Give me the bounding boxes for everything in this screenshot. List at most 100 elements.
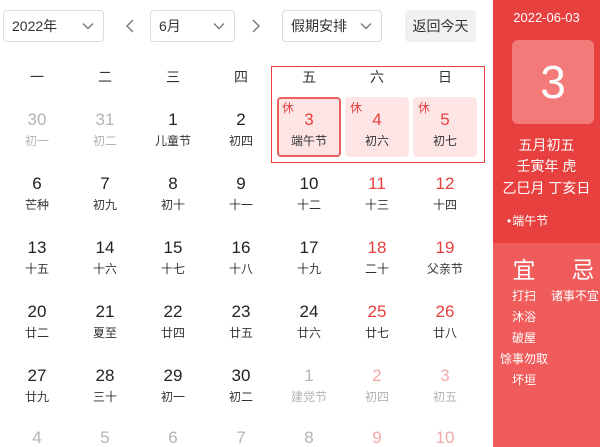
holiday-select-value: 假期安排 (291, 18, 347, 34)
date-cell[interactable]: 1 建党节 (277, 353, 341, 413)
date-cell[interactable]: 2 初四 (209, 97, 273, 157)
lunar-label: 廿二 (24, 326, 49, 340)
lunar-label: 初二 (228, 390, 253, 404)
date-cell[interactable]: 31 初二 (73, 97, 137, 157)
weekday-label: 一 (30, 69, 44, 85)
festival-item: 端午节 (507, 212, 548, 230)
date-cell[interactable]: 29 初一 (141, 353, 205, 413)
yi-item: 破屋 (511, 331, 536, 345)
date-cell[interactable]: 13 十五 (5, 225, 69, 285)
date-cell[interactable]: 9 (345, 417, 409, 447)
date-cell[interactable]: 18 二十 (345, 225, 409, 285)
ji-heading: 忌 (571, 257, 595, 283)
date-cell[interactable]: 20 廿二 (5, 289, 69, 349)
date-cell[interactable]: 22 廿四 (141, 289, 205, 349)
lunar-label: 初七 (432, 134, 457, 148)
date-cell[interactable]: 15 十七 (141, 225, 205, 285)
date-cell[interactable]: 1 儿童节 (141, 97, 205, 157)
date-cell[interactable]: 17 十九 (277, 225, 341, 285)
prev-month-button[interactable] (124, 19, 136, 33)
next-month-button[interactable] (250, 19, 262, 33)
date-number: 20 (27, 302, 47, 321)
month-select[interactable]: 6月 (150, 10, 235, 42)
date-cell[interactable]: 12 十四 (413, 161, 477, 221)
date-cell[interactable]: 2 初四 (345, 353, 409, 413)
yi-item: 坏垣 (511, 373, 536, 387)
date-cell[interactable]: 休 4 初六 (345, 97, 409, 157)
date-number: 6 (32, 174, 42, 193)
lunar-label: 初五 (432, 390, 457, 404)
date-cell[interactable]: 休 5 初七 (413, 97, 477, 157)
date-cell[interactable]: 11 十三 (345, 161, 409, 221)
date-cell[interactable]: 6 芒种 (5, 161, 69, 221)
rest-day-badge: 休 (350, 101, 363, 115)
date-cell[interactable]: 23 廿五 (209, 289, 273, 349)
ji-item: 诸事不宜 (551, 289, 600, 303)
year-ganzhi: 壬寅年 虎 (516, 158, 577, 174)
day-summary: 2022-06-03 3 五月初五 壬寅年 虎 乙巳月 丁亥日 端午节 (493, 0, 600, 243)
date-cell[interactable]: 休 3 端午节 (277, 97, 341, 157)
date-number: 2 (236, 110, 246, 129)
date-cell[interactable]: 4 (5, 417, 69, 447)
date-number: 16 (231, 238, 251, 257)
lunar-label: 十七 (160, 262, 185, 276)
lunar-label: 建党节 (290, 390, 327, 404)
lunar-label: 初四 (228, 134, 253, 148)
calendar-grid: 30 初一 31 初二 1 儿童节 2 初四 休 3 端午节 休 4 初六 休 5 初七 6 芒种 7… (5, 97, 477, 447)
date-number: 14 (95, 238, 115, 257)
lunar-label: 端午节 (290, 134, 327, 148)
date-cell[interactable]: 27 廿九 (5, 353, 69, 413)
yi-item: 打扫 (511, 289, 536, 303)
back-to-today-button[interactable]: 返回今天 (405, 10, 476, 42)
date-cell[interactable]: 14 十六 (73, 225, 137, 285)
date-cell[interactable]: 5 (73, 417, 137, 447)
rest-day-badge: 休 (418, 101, 431, 115)
lunar-label: 父亲节 (426, 262, 463, 276)
date-number: 27 (27, 366, 47, 385)
date-cell[interactable]: 24 廿六 (277, 289, 341, 349)
date-number: 15 (163, 238, 183, 257)
date-cell[interactable]: 10 (413, 417, 477, 447)
date-cell[interactable]: 21 夏至 (73, 289, 137, 349)
date-cell[interactable]: 8 初十 (141, 161, 205, 221)
lunar-label: 十八 (228, 262, 253, 276)
lunar-label: 初六 (364, 134, 389, 148)
date-number: 25 (367, 302, 387, 321)
date-cell[interactable]: 3 初五 (413, 353, 477, 413)
date-cell[interactable]: 8 (277, 417, 341, 447)
date-cell[interactable]: 9 十一 (209, 161, 273, 221)
date-number: 2 (372, 366, 382, 385)
date-number: 23 (231, 302, 251, 321)
lunar-label: 十五 (24, 262, 49, 276)
date-number: 8 (304, 428, 314, 447)
yi-list: 打扫 沐浴 破屋 馀事勿取 坏垣 (498, 286, 550, 391)
date-number: 28 (95, 366, 115, 385)
date-cell[interactable]: 28 三十 (73, 353, 137, 413)
date-cell[interactable]: 10 十二 (277, 161, 341, 221)
date-cell[interactable]: 6 (141, 417, 205, 447)
date-cell[interactable]: 25 廿七 (345, 289, 409, 349)
date-cell[interactable]: 19 父亲节 (413, 225, 477, 285)
month-day-ganzhi: 乙巳月 丁亥日 (502, 180, 591, 196)
date-cell[interactable]: 7 初九 (73, 161, 137, 221)
date-number: 9 (236, 174, 246, 193)
date-number: 29 (163, 366, 183, 385)
lunar-label: 初一 (160, 390, 185, 404)
date-number: 18 (367, 238, 387, 257)
lunar-label: 儿童节 (154, 134, 191, 148)
lunar-label: 初四 (364, 390, 389, 404)
date-number: 9 (372, 428, 382, 447)
date-cell[interactable]: 7 (209, 417, 273, 447)
date-number: 30 (231, 366, 251, 385)
date-cell[interactable]: 30 初二 (209, 353, 273, 413)
date-cell[interactable]: 16 十八 (209, 225, 273, 285)
holiday-schedule-select[interactable]: 假期安排 (282, 10, 382, 42)
lunar-label: 廿九 (24, 390, 49, 404)
date-cell[interactable]: 26 廿八 (413, 289, 477, 349)
date-number: 10 (299, 174, 319, 193)
lunar-label: 芒种 (24, 198, 49, 212)
lunar-label: 廿五 (228, 326, 253, 340)
year-select[interactable]: 2022年 (3, 10, 104, 42)
chevron-right-icon (252, 19, 260, 33)
date-cell[interactable]: 30 初一 (5, 97, 69, 157)
